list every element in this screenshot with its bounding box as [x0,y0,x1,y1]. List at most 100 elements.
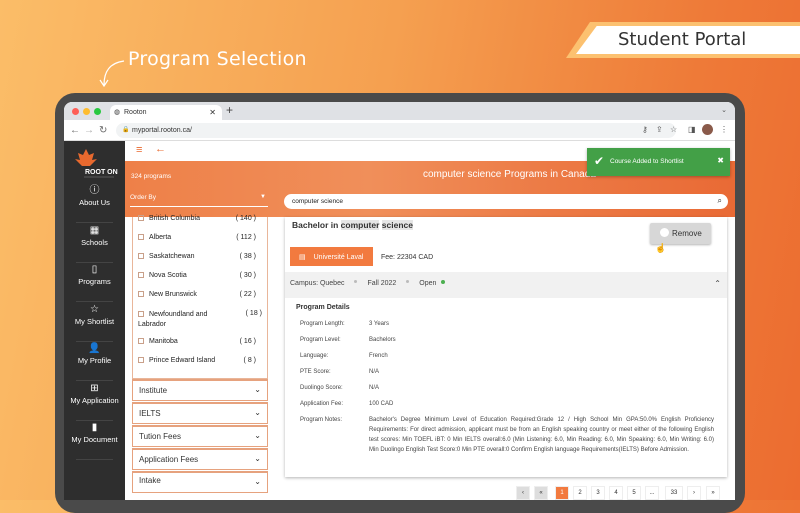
sidebar-item-my-profile[interactable]: 👤 My Profile [64,342,125,381]
forward-icon[interactable]: → [84,125,94,136]
reload-icon[interactable]: ↻ [99,125,107,136]
sidebar-item-label: My Shortlist [74,317,115,326]
sidebar-item-label: My Document [71,435,118,444]
detail-value: 3 Years [369,321,390,327]
sidebar-item-my-shortlist[interactable]: ☆ My Shortlist [64,303,125,342]
province-option[interactable]: Prince Edward Island ( 8 ) [138,357,262,364]
province-name: Alberta [149,234,172,241]
key-icon[interactable]: ⚷ [642,125,648,134]
province-option[interactable]: New Brunswick ( 22 ) [138,291,262,298]
page-button[interactable]: 5 [627,486,641,500]
campus-row[interactable]: Campus: Quebec Fall 2022 Open ⌃ [285,272,727,298]
separator-dot [354,280,358,283]
tab-search-icon[interactable]: ⌄ [721,106,727,114]
province-option[interactable]: British Columbia ( 140 ) [138,215,262,222]
sidebar-item-label: My Profile [77,356,112,365]
university-button[interactable]: ▤ Université Laval [290,247,373,266]
sidebar-item-label: About Us [79,198,110,207]
province-option[interactable]: Alberta ( 112 ) [138,234,262,241]
back-arrow-icon[interactable]: ← [155,143,166,155]
share-icon[interactable]: ⇪ [656,125,663,134]
checkbox[interactable] [138,253,144,259]
detail-label: Application Fee: [300,401,344,407]
detail-value: Bachelor's Degree Minimum Level of Educa… [369,417,714,453]
sidebar-item-programs[interactable]: ▯ Programs [64,263,125,302]
page-button[interactable]: 33 [665,486,683,500]
page-button-current[interactable]: 1 [555,486,569,500]
separator-dot [406,280,410,283]
filter-label: Institute [139,386,168,395]
title-highlight: computer [340,220,380,230]
checkbox[interactable] [138,338,144,344]
filter-application-fees[interactable]: Application Fees ⌄ [132,448,268,470]
sidebar: ROOT ON ⓘ About Us ▦ Schools ▯ Programs ☆ My… [64,141,125,500]
sidebar-item-schools[interactable]: ▦ Schools [64,224,125,263]
url-input[interactable]: 🔒 myportal.rooton.ca/ [116,123,676,138]
menu-kebab-icon[interactable]: ⋮ [720,125,728,134]
sidebar-item-my-document[interactable]: ▮ My Document [64,421,125,460]
success-toast: ✔ Course Added to Shortlist ✖ [587,148,730,176]
close-window-button[interactable] [72,108,79,115]
curved-arrow-icon [99,60,125,88]
maximize-window-button[interactable] [94,108,101,115]
province-option[interactable]: Manitoba ( 16 ) [138,338,262,345]
province-option[interactable]: Saskatchewan ( 38 ) [138,253,262,260]
search-input[interactable]: computer science ⌕ [284,194,728,209]
filter-tuition-fees[interactable]: Tution Fees ⌄ [132,425,268,447]
first-page-button[interactable]: « [534,486,548,500]
province-count: ( 22 ) [239,291,256,298]
program-fee: Fee: 22304 CAD [381,254,434,261]
province-option[interactable]: Nova Scotia ( 30 ) [138,272,262,279]
province-name: British Columbia [149,215,200,222]
program-title: Bachelor in computer science [292,220,413,230]
close-tab-icon[interactable]: ✕ [209,108,216,117]
page-title: computer science Programs in Canada [423,169,596,180]
bookmark-star-icon[interactable]: ☆ [670,125,677,134]
checkbox[interactable] [138,272,144,278]
person-icon: 👤 [88,343,101,354]
province-name: Manitoba [149,338,178,345]
province-name: New Brunswick [149,291,197,298]
checkbox[interactable] [138,291,144,297]
page-button[interactable]: 4 [609,486,623,500]
checkbox[interactable] [138,311,144,317]
building-icon: ▦ [89,225,100,236]
order-by-select[interactable]: Order By ▼ [130,194,268,207]
filter-institute[interactable]: Institute ⌄ [132,379,268,401]
checkbox[interactable] [138,215,144,221]
status: Open [419,280,437,287]
remove-button[interactable]: Remove [650,223,711,244]
sidebar-item-my-application[interactable]: ⊞ My Application [64,382,125,421]
book-icon: ▯ [91,264,98,275]
province-name: Prince Edward Island [149,357,216,364]
side-panel-icon[interactable]: ◨ [688,125,696,134]
province-name: Nova Scotia [149,272,187,279]
back-icon[interactable]: ← [70,125,80,136]
filter-ielts[interactable]: IELTS ⌄ [132,402,268,424]
checkbox[interactable] [138,357,144,363]
last-page-button[interactable]: » [706,486,720,500]
globe-icon: ◍ [114,109,121,116]
profile-avatar[interactable] [702,124,713,135]
search-icon[interactable]: ⌕ [718,196,722,206]
sidebar-item-about-us[interactable]: ⓘ About Us [64,184,125,223]
next-page-button[interactable]: › [687,486,701,500]
province-option[interactable]: Newfoundland and Labrador [138,310,228,330]
sidebar-item-label: Schools [81,238,108,247]
minus-circle-icon [660,228,669,237]
page-button[interactable]: 3 [591,486,605,500]
hamburger-menu-icon[interactable]: ≡ [136,144,142,156]
browser-tab[interactable]: ◍ Rooton ✕ [110,105,222,120]
toast-close-icon[interactable]: ✖ [717,156,724,165]
detail-label: Language: [300,353,329,359]
page-button[interactable]: 2 [573,486,587,500]
filter-intake[interactable]: Intake ⌄ [132,471,268,493]
checkbox[interactable] [138,234,144,240]
minimize-window-button[interactable] [83,108,90,115]
prev-page-button[interactable]: ‹ [516,486,530,500]
order-by-label: Order By [130,194,157,201]
tab-title: Rooton [124,109,147,116]
chevron-up-icon[interactable]: ⌃ [714,279,721,288]
new-tab-button[interactable]: + [226,103,233,117]
status-dot-icon [441,280,446,284]
